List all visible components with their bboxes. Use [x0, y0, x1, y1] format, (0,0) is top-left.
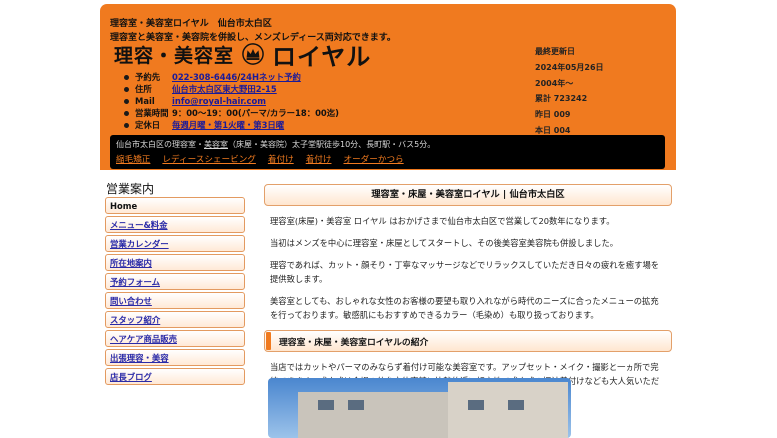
- updated-date: 2024年05月26日: [535, 62, 604, 72]
- main-content: 理容室・床屋・美容室ロイヤル | 仙台市太白区 理容室(床屋)・美容室 ロイヤル…: [264, 184, 672, 402]
- sidebar-menu: Home メニュー&料金 営業カレンダー 所在地案内 予約フォーム 問い合わせ …: [105, 197, 245, 387]
- crown-icon: [242, 43, 264, 65]
- nav-link[interactable]: 着付け: [306, 153, 332, 165]
- address-label: 住所: [135, 84, 152, 94]
- sidebar-item-home[interactable]: Home: [105, 197, 245, 214]
- shop-info: 予約先 022-308-6446 / 24Hネット予約 住所 仙台市太白区東大野…: [124, 71, 339, 131]
- intro-paragraph-2: 当初はメンズを中心に理容室・床屋としてスタートし、その後美容室美容院も併設しまし…: [270, 238, 619, 248]
- closed-link[interactable]: 毎週月曜・第1火曜・第3日曜: [172, 119, 284, 131]
- logo-text: 理容・美容室: [114, 44, 235, 67]
- photo-building: [448, 382, 568, 438]
- intro-paragraph-1: 理容室(床屋)・美容室 ロイヤル はおかげさまで仙台市太白区で営業して20数年に…: [270, 216, 615, 226]
- bullet-icon: [124, 98, 129, 104]
- sidebar-title: 営業案内: [106, 182, 155, 196]
- sidebar-item-products[interactable]: ヘアケア商品販売: [105, 330, 245, 347]
- nav-link[interactable]: レディースシェービング: [162, 153, 256, 165]
- header-tagline-1: 理容室・美容室ロイヤル 仙台市太白区: [110, 19, 272, 29]
- reservation-label: 予約先: [135, 72, 161, 82]
- nav-link[interactable]: オーダーかつら: [343, 153, 403, 165]
- closed-label: 定休日: [135, 120, 161, 130]
- shop-photo: [268, 378, 571, 438]
- sidebar-item-contact[interactable]: 問い合わせ: [105, 292, 245, 309]
- photo-building: [298, 392, 448, 438]
- address-note-post: （床屋・美容院）太子堂駅徒歩10分、長町駅・バス5分。: [228, 140, 436, 149]
- photo-window: [468, 400, 484, 410]
- address-note-pre: 仙台市太白区の理容室・: [116, 140, 204, 149]
- nav-link[interactable]: 縮毛矯正: [116, 153, 150, 165]
- bullet-icon: [124, 122, 129, 128]
- total-count: 累計 723242: [535, 94, 588, 104]
- update-counter: 最終更新日 2024年05月26日 2004年～ 累計 723242 昨日 00…: [535, 44, 604, 139]
- sidebar-item-location[interactable]: 所在地案内: [105, 254, 245, 271]
- sidebar-item-staff[interactable]: スタッフ紹介: [105, 311, 245, 328]
- site-logo[interactable]: 理容・美容室 ロイヤル: [114, 40, 371, 71]
- bullet-icon: [124, 74, 129, 80]
- since-year: 2004年～: [535, 78, 574, 88]
- info-mail: Mail info@royal-hair.com: [124, 95, 339, 107]
- info-hours: 営業時間 9：00～19：00(パーマ/カラー18：00迄): [124, 107, 339, 119]
- info-closed: 定休日 毎週月曜・第1火曜・第3日曜: [124, 119, 339, 131]
- mail-label: Mail: [135, 96, 155, 106]
- sidebar-item-blog[interactable]: 店長ブログ: [105, 368, 245, 385]
- yesterday-count: 昨日 009: [535, 110, 571, 120]
- info-reservation: 予約先 022-308-6446 / 24Hネット予約: [124, 71, 339, 83]
- net-reserve-link[interactable]: 24Hネット予約: [240, 71, 301, 83]
- bullet-icon: [124, 86, 129, 92]
- mail-link[interactable]: info@royal-hair.com: [172, 96, 266, 106]
- sidebar-item-reservation[interactable]: 予約フォーム: [105, 273, 245, 290]
- heading-marker: [266, 332, 271, 350]
- logo-kana: ロイヤル: [272, 42, 372, 71]
- hours-value: 9：00～19：00(パーマ/カラー18：00迄): [172, 108, 339, 118]
- intro-paragraph-3: 理容であれば、カット・顔そり・丁寧なマッサージなどでリラックスしていただき日々の…: [270, 260, 660, 284]
- nav-link[interactable]: 着付け: [268, 153, 294, 165]
- photo-window: [348, 400, 364, 410]
- site-header: 理容室・美容室ロイヤル 仙台市太白区 理容室と美容室・美容院を併設し、メンズレデ…: [100, 4, 676, 170]
- bullet-icon: [124, 110, 129, 116]
- sidebar-item-menu[interactable]: メニュー&料金: [105, 216, 245, 233]
- address-note: 仙台市太白区の理容室・美容室（床屋・美容院）太子堂駅徒歩10分、長町駅・バス5分…: [116, 139, 435, 150]
- address-link[interactable]: 仙台市太白区東大野田2-15: [172, 83, 277, 95]
- address-note-link[interactable]: 美容室: [204, 140, 228, 149]
- nav-bar: 仙台市太白区の理容室・美容室（床屋・美容院）太子堂駅徒歩10分、長町駅・バス5分…: [110, 135, 665, 169]
- sidebar-item-visit-service[interactable]: 出張理容・美容: [105, 349, 245, 366]
- photo-window: [318, 400, 334, 410]
- intro-paragraph-4: 美容室としても、おしゃれな女性のお客様の要望も取り入れながら時代のニーズに合った…: [270, 296, 659, 320]
- sidebar-item-calendar[interactable]: 営業カレンダー: [105, 235, 245, 252]
- info-address: 住所 仙台市太白区東大野田2-15: [124, 83, 339, 95]
- phone-link[interactable]: 022-308-6446: [172, 72, 237, 82]
- section-heading-text: 理容室・床屋・美容室ロイヤルの紹介: [279, 337, 429, 348]
- updated-label: 最終更新日: [535, 47, 575, 56]
- service-nav: 縮毛矯正 レディースシェービング 着付け 着付け オーダーかつら: [116, 153, 416, 165]
- photo-window: [508, 400, 524, 410]
- section-heading: 理容室・床屋・美容室ロイヤルの紹介: [264, 330, 672, 352]
- hours-label: 営業時間: [135, 108, 169, 118]
- page-title: 理容室・床屋・美容室ロイヤル | 仙台市太白区: [264, 184, 672, 206]
